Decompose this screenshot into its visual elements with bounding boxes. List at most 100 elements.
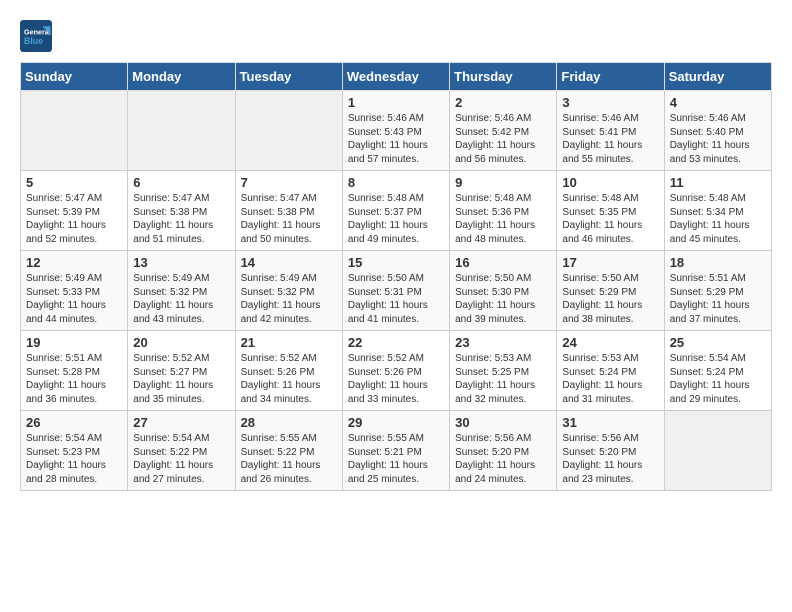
weekday-header-friday: Friday (557, 63, 664, 91)
day-info: Sunrise: 5:49 AM Sunset: 5:32 PM Dayligh… (133, 272, 229, 326)
calendar-cell: 9 Sunrise: 5:48 AM Sunset: 5:36 PM Daylig… (450, 171, 557, 251)
day-number: 2 (455, 95, 551, 110)
logo: General Blue (20, 20, 56, 52)
day-info: Sunrise: 5:46 AM Sunset: 5:41 PM Dayligh… (562, 112, 658, 166)
calendar-cell (664, 411, 771, 491)
calendar-week-3: 12 Sunrise: 5:49 AM Sunset: 5:33 PM Dayli… (21, 251, 772, 331)
weekday-header-row: SundayMondayTuesdayWednesdayThursdayFrid… (21, 63, 772, 91)
day-number: 16 (455, 255, 551, 270)
day-number: 11 (670, 175, 766, 190)
day-number: 13 (133, 255, 229, 270)
calendar-cell: 29 Sunrise: 5:55 AM Sunset: 5:21 PM Dayli… (342, 411, 449, 491)
calendar-cell (21, 91, 128, 171)
day-info: Sunrise: 5:54 AM Sunset: 5:23 PM Dayligh… (26, 432, 122, 486)
day-number: 12 (26, 255, 122, 270)
weekday-header-thursday: Thursday (450, 63, 557, 91)
calendar-cell: 8 Sunrise: 5:48 AM Sunset: 5:37 PM Daylig… (342, 171, 449, 251)
day-number: 28 (241, 415, 337, 430)
day-info: Sunrise: 5:55 AM Sunset: 5:21 PM Dayligh… (348, 432, 444, 486)
day-number: 29 (348, 415, 444, 430)
day-info: Sunrise: 5:54 AM Sunset: 5:22 PM Dayligh… (133, 432, 229, 486)
day-number: 24 (562, 335, 658, 350)
day-info: Sunrise: 5:47 AM Sunset: 5:38 PM Dayligh… (241, 192, 337, 246)
day-info: Sunrise: 5:48 AM Sunset: 5:37 PM Dayligh… (348, 192, 444, 246)
calendar-cell: 30 Sunrise: 5:56 AM Sunset: 5:20 PM Dayli… (450, 411, 557, 491)
day-number: 18 (670, 255, 766, 270)
day-info: Sunrise: 5:52 AM Sunset: 5:26 PM Dayligh… (241, 352, 337, 406)
calendar-cell: 5 Sunrise: 5:47 AM Sunset: 5:39 PM Daylig… (21, 171, 128, 251)
calendar-cell: 3 Sunrise: 5:46 AM Sunset: 5:41 PM Daylig… (557, 91, 664, 171)
calendar-header: SundayMondayTuesdayWednesdayThursdayFrid… (21, 63, 772, 91)
day-number: 25 (670, 335, 766, 350)
day-number: 5 (26, 175, 122, 190)
calendar-cell: 31 Sunrise: 5:56 AM Sunset: 5:20 PM Dayli… (557, 411, 664, 491)
day-info: Sunrise: 5:50 AM Sunset: 5:31 PM Dayligh… (348, 272, 444, 326)
calendar-week-1: 1Sunrise: 5:46 AM Sunset: 5:43 PM Daylig… (21, 91, 772, 171)
day-info: Sunrise: 5:52 AM Sunset: 5:26 PM Dayligh… (348, 352, 444, 406)
day-number: 23 (455, 335, 551, 350)
day-number: 4 (670, 95, 766, 110)
day-number: 30 (455, 415, 551, 430)
day-info: Sunrise: 5:47 AM Sunset: 5:39 PM Dayligh… (26, 192, 122, 246)
day-info: Sunrise: 5:54 AM Sunset: 5:24 PM Dayligh… (670, 352, 766, 406)
day-number: 10 (562, 175, 658, 190)
day-info: Sunrise: 5:48 AM Sunset: 5:34 PM Dayligh… (670, 192, 766, 246)
day-number: 7 (241, 175, 337, 190)
day-info: Sunrise: 5:46 AM Sunset: 5:43 PM Dayligh… (348, 112, 444, 166)
calendar-week-2: 5 Sunrise: 5:47 AM Sunset: 5:39 PM Daylig… (21, 171, 772, 251)
page-header: General Blue (20, 20, 772, 52)
day-number: 27 (133, 415, 229, 430)
calendar-body: 1Sunrise: 5:46 AM Sunset: 5:43 PM Daylig… (21, 91, 772, 491)
day-info: Sunrise: 5:50 AM Sunset: 5:29 PM Dayligh… (562, 272, 658, 326)
calendar-cell: 1Sunrise: 5:46 AM Sunset: 5:43 PM Daylig… (342, 91, 449, 171)
day-info: Sunrise: 5:49 AM Sunset: 5:32 PM Dayligh… (241, 272, 337, 326)
calendar-cell: 23 Sunrise: 5:53 AM Sunset: 5:25 PM Dayli… (450, 331, 557, 411)
weekday-header-wednesday: Wednesday (342, 63, 449, 91)
day-info: Sunrise: 5:47 AM Sunset: 5:38 PM Dayligh… (133, 192, 229, 246)
calendar-cell: 11 Sunrise: 5:48 AM Sunset: 5:34 PM Dayli… (664, 171, 771, 251)
day-info: Sunrise: 5:56 AM Sunset: 5:20 PM Dayligh… (455, 432, 551, 486)
calendar-cell: 10 Sunrise: 5:48 AM Sunset: 5:35 PM Dayli… (557, 171, 664, 251)
day-info: Sunrise: 5:46 AM Sunset: 5:42 PM Dayligh… (455, 112, 551, 166)
calendar-cell: 19Sunrise: 5:51 AM Sunset: 5:28 PM Dayli… (21, 331, 128, 411)
day-number: 6 (133, 175, 229, 190)
day-info: Sunrise: 5:48 AM Sunset: 5:36 PM Dayligh… (455, 192, 551, 246)
day-info: Sunrise: 5:51 AM Sunset: 5:28 PM Dayligh… (26, 352, 122, 406)
calendar-cell (128, 91, 235, 171)
calendar-cell: 26 Sunrise: 5:54 AM Sunset: 5:23 PM Dayli… (21, 411, 128, 491)
calendar-cell: 4 Sunrise: 5:46 AM Sunset: 5:40 PM Daylig… (664, 91, 771, 171)
calendar-cell: 24Sunrise: 5:53 AM Sunset: 5:24 PM Dayli… (557, 331, 664, 411)
calendar-cell: 21 Sunrise: 5:52 AM Sunset: 5:26 PM Dayli… (235, 331, 342, 411)
calendar-cell: 14 Sunrise: 5:49 AM Sunset: 5:32 PM Dayli… (235, 251, 342, 331)
day-number: 9 (455, 175, 551, 190)
calendar-cell: 22 Sunrise: 5:52 AM Sunset: 5:26 PM Dayli… (342, 331, 449, 411)
day-number: 26 (26, 415, 122, 430)
svg-text:Blue: Blue (24, 36, 43, 46)
day-info: Sunrise: 5:49 AM Sunset: 5:33 PM Dayligh… (26, 272, 122, 326)
day-number: 31 (562, 415, 658, 430)
day-info: Sunrise: 5:51 AM Sunset: 5:29 PM Dayligh… (670, 272, 766, 326)
day-number: 22 (348, 335, 444, 350)
calendar-week-4: 19Sunrise: 5:51 AM Sunset: 5:28 PM Dayli… (21, 331, 772, 411)
calendar-cell: 12 Sunrise: 5:49 AM Sunset: 5:33 PM Dayli… (21, 251, 128, 331)
day-number: 21 (241, 335, 337, 350)
calendar-cell (235, 91, 342, 171)
day-number: 17 (562, 255, 658, 270)
calendar-cell: 20Sunrise: 5:52 AM Sunset: 5:27 PM Dayli… (128, 331, 235, 411)
logo-icon: General Blue (20, 20, 52, 52)
day-number: 8 (348, 175, 444, 190)
calendar-cell: 17 Sunrise: 5:50 AM Sunset: 5:29 PM Dayli… (557, 251, 664, 331)
calendar-cell: 18 Sunrise: 5:51 AM Sunset: 5:29 PM Dayli… (664, 251, 771, 331)
weekday-header-monday: Monday (128, 63, 235, 91)
day-number: 14 (241, 255, 337, 270)
calendar-week-5: 26 Sunrise: 5:54 AM Sunset: 5:23 PM Dayli… (21, 411, 772, 491)
calendar-cell: 28 Sunrise: 5:55 AM Sunset: 5:22 PM Dayli… (235, 411, 342, 491)
day-info: Sunrise: 5:46 AM Sunset: 5:40 PM Dayligh… (670, 112, 766, 166)
calendar-cell: 7 Sunrise: 5:47 AM Sunset: 5:38 PM Daylig… (235, 171, 342, 251)
weekday-header-saturday: Saturday (664, 63, 771, 91)
day-info: Sunrise: 5:48 AM Sunset: 5:35 PM Dayligh… (562, 192, 658, 246)
day-info: Sunrise: 5:56 AM Sunset: 5:20 PM Dayligh… (562, 432, 658, 486)
day-number: 3 (562, 95, 658, 110)
day-info: Sunrise: 5:55 AM Sunset: 5:22 PM Dayligh… (241, 432, 337, 486)
day-info: Sunrise: 5:53 AM Sunset: 5:25 PM Dayligh… (455, 352, 551, 406)
